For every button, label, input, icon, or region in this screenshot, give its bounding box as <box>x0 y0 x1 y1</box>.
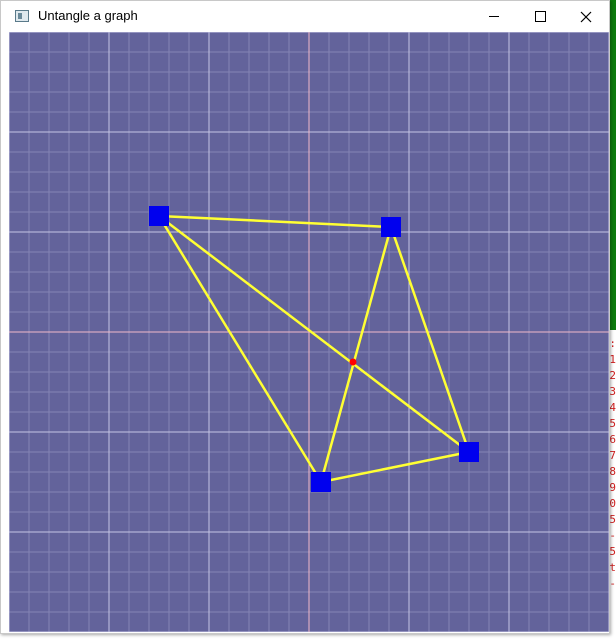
minimize-icon <box>489 16 499 17</box>
background-text-line: 4 <box>609 401 616 414</box>
graph-node[interactable] <box>381 217 401 237</box>
background-text-line: 7 <box>609 449 616 462</box>
graph-board[interactable] <box>9 32 609 632</box>
background-log-text: : 1 2 3 4 5 6 7 8 9 0 5 - 5 t - <box>609 336 616 592</box>
close-button[interactable] <box>563 1 609 32</box>
background-text-line: 1 <box>609 353 616 366</box>
maximize-icon <box>534 11 546 22</box>
edge-crossing-marker <box>349 358 357 366</box>
background-text-line: 0 <box>609 497 616 510</box>
maximize-button[interactable] <box>517 1 563 32</box>
title-bar[interactable]: Untangle a graph <box>1 1 609 32</box>
background-text-line: 2 <box>609 369 616 382</box>
background-text-line: 8 <box>609 465 616 478</box>
graph-node[interactable] <box>149 206 169 226</box>
background-text-line: t <box>609 561 616 574</box>
close-icon <box>580 11 592 22</box>
background-text-line: : <box>609 337 616 350</box>
background-text-line: 3 <box>609 385 616 398</box>
app-window: Untangle a graph <box>0 0 610 634</box>
graph-canvas[interactable] <box>9 32 609 632</box>
graph-node[interactable] <box>311 472 331 492</box>
minimize-button[interactable] <box>471 1 517 32</box>
graph-node[interactable] <box>459 442 479 462</box>
background-text-line: 5 <box>609 545 616 558</box>
background-text-line: 5 <box>609 417 616 430</box>
window-title: Untangle a graph <box>38 8 138 23</box>
background-text-line: 6 <box>609 433 616 446</box>
background-text-line: 9 <box>609 481 616 494</box>
background-text-line: 5 <box>609 513 616 526</box>
window-app-icon <box>15 10 29 22</box>
background-text-line: - <box>609 529 616 542</box>
background-text-line: - <box>609 577 616 590</box>
